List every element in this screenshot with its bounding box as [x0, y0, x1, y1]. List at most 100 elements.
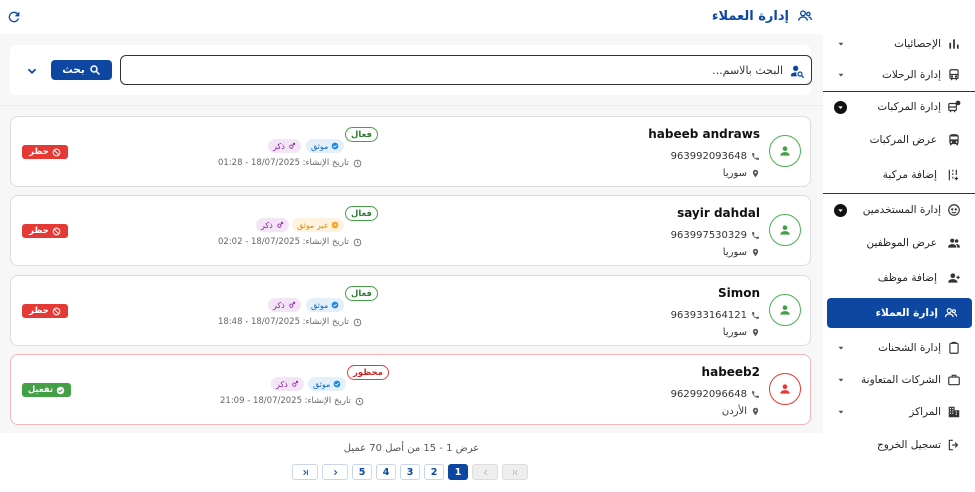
- page-header: إدارة العملاء: [712, 8, 813, 24]
- country-name: الأردن: [721, 406, 747, 417]
- sidebar-item-customers[interactable]: إدارة العملاء: [827, 298, 972, 328]
- search-input[interactable]: [143, 62, 783, 78]
- pagination-info: عرض 1 - 15 من أصل 70 عميل: [343, 443, 480, 454]
- sidebar-item-shipments[interactable]: إدارة الشحنات: [823, 333, 975, 363]
- ban-button[interactable]: حظر: [22, 145, 68, 159]
- search-button[interactable]: بحث: [51, 60, 112, 80]
- phone-icon: [752, 232, 759, 239]
- phone-icon: [752, 312, 759, 319]
- block-icon: [52, 307, 61, 315]
- person-icon: [780, 305, 790, 315]
- created-date: تاريخ الإنشاء: 18/07/2025 - 02:02: [218, 237, 362, 247]
- ban-button[interactable]: حظر: [22, 304, 68, 318]
- collapse-icon[interactable]: [834, 100, 847, 114]
- ban-label: حظر: [29, 226, 49, 236]
- gender-label: ذكر: [276, 379, 288, 389]
- last-page-icon: [302, 469, 308, 475]
- ban-label: حظر: [29, 147, 49, 157]
- location-icon: [752, 407, 759, 416]
- clipboard-icon: [949, 341, 959, 354]
- person-icon: [780, 384, 790, 394]
- caret-down-icon: [838, 42, 844, 46]
- clock-icon: [353, 238, 362, 246]
- customer-phone: 963992093648: [671, 151, 760, 162]
- sidebar-item-partner-companies[interactable]: الشركات المتعاونة: [823, 365, 975, 395]
- gender-label: ذكر: [273, 300, 285, 310]
- sidebar-item-add-employee[interactable]: إضافة موظف: [823, 263, 975, 293]
- page-2[interactable]: 2: [424, 464, 444, 480]
- phone-number: 963933164121: [670, 310, 747, 321]
- sidebar-item-vehicles[interactable]: إدارة المركبات: [823, 92, 975, 122]
- page-4[interactable]: 4: [376, 464, 396, 480]
- created-label: تاريخ الإنشاء: 18/07/2025 - 02:02: [218, 237, 349, 247]
- verification-label: موثق: [311, 141, 329, 151]
- chevron-down-icon[interactable]: [25, 64, 39, 78]
- briefcase-icon: [948, 374, 960, 386]
- created-label: تاريخ الإنشاء: 18/07/2025 - 21:09: [220, 396, 351, 406]
- sidebar-item-add-vehicle[interactable]: إضافة مركبة: [823, 160, 975, 190]
- activate-button[interactable]: تفعيل: [22, 383, 71, 397]
- sidebar-item-logout[interactable]: تسجيل الخروج: [823, 430, 975, 460]
- caret-down-icon: [838, 378, 844, 382]
- sidebar-item-centers[interactable]: المراكز: [823, 397, 975, 427]
- customer-country: الأردن: [722, 406, 760, 417]
- phone-icon: [752, 391, 759, 398]
- sidebar-item-statistics[interactable]: الإحصائيات: [823, 29, 975, 59]
- verification-chip: غير موثق: [292, 218, 344, 232]
- caret-down-icon: [838, 73, 844, 77]
- first-page-button[interactable]: [502, 464, 528, 480]
- sidebar-item-label: تسجيل الخروج: [876, 439, 941, 451]
- phone-number: 962992096648: [670, 389, 747, 400]
- caret-down-icon: [838, 346, 844, 350]
- avatar: [769, 294, 801, 326]
- sidebar-item-view-vehicles[interactable]: عرض المركبات: [823, 125, 975, 155]
- search-icon: [90, 65, 100, 76]
- clock-icon: [353, 159, 362, 167]
- verification-label: موثق: [313, 379, 331, 389]
- page-1[interactable]: 1: [448, 464, 468, 480]
- sidebar-item-users[interactable]: إدارة المستخدمين: [823, 195, 975, 225]
- collapse-icon[interactable]: [834, 203, 847, 217]
- male-icon: [277, 221, 283, 228]
- logout-icon: [948, 439, 959, 451]
- refresh-icon[interactable]: [6, 9, 22, 25]
- verification-chip: موثق: [306, 139, 345, 153]
- gender-label: ذكر: [261, 220, 273, 230]
- caret-down-icon: [838, 410, 844, 414]
- customers-icon: [797, 8, 813, 24]
- customer-name: habeeb andraws: [648, 127, 760, 141]
- bus-front-icon: [949, 134, 959, 146]
- ban-button[interactable]: حظر: [22, 224, 68, 238]
- verification-chip: موثق: [306, 298, 345, 312]
- page-3[interactable]: 3: [400, 464, 420, 480]
- warning-circle-icon: [331, 221, 339, 229]
- avatar: [769, 135, 801, 167]
- next-page-button[interactable]: [322, 464, 348, 480]
- divider: [0, 105, 823, 106]
- gender-chip: ذكر: [268, 139, 301, 153]
- pager: 1 2 3 4 5: [292, 464, 528, 480]
- customer-phone: 962992096648: [671, 389, 760, 400]
- last-page-button[interactable]: [292, 464, 318, 480]
- verification-label: موثق: [311, 300, 329, 310]
- page-5[interactable]: 5: [352, 464, 372, 480]
- customer-country: سوريا: [723, 168, 760, 179]
- vehicle-alert-icon: [948, 100, 961, 113]
- check-circle-icon: [331, 142, 339, 150]
- top-bar: إدارة العملاء: [0, 0, 823, 34]
- sidebar-item-trips[interactable]: إدارة الرحلات: [823, 60, 975, 90]
- chevron-left-icon: [483, 469, 487, 475]
- page-title: إدارة العملاء: [711, 8, 789, 24]
- customer-card: Simon 963933164121 سوريا فعال موثق ذكر ت…: [10, 275, 811, 346]
- group-icon: [948, 238, 960, 248]
- clock-icon: [353, 318, 362, 326]
- phone-icon: [752, 153, 759, 160]
- sidebar-item-view-employees[interactable]: عرض الموظفين: [823, 228, 975, 258]
- country-name: سوريا: [722, 247, 747, 258]
- location-icon: [752, 169, 759, 178]
- verification-label: غير موثق: [297, 220, 328, 230]
- created-label: تاريخ الإنشاء: 18/07/2025 - 18:48: [218, 317, 349, 327]
- prev-page-button[interactable]: [472, 464, 498, 480]
- sidebar-item-label: الشركات المتعاونة: [861, 374, 941, 386]
- customer-country: سوريا: [723, 247, 760, 258]
